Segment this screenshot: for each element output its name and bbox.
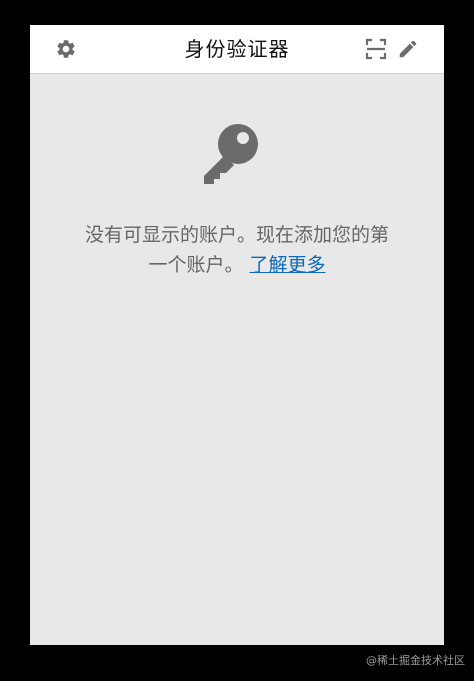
top-bar: 身份验证器 bbox=[30, 25, 444, 74]
message-line-2-text: 一个账户。 bbox=[148, 254, 244, 276]
watermark: @稀土掘金技术社区 bbox=[366, 654, 465, 667]
pencil-icon bbox=[397, 38, 419, 60]
empty-state: 没有可显示的账户。现在添加您的第 一个账户。 了解更多 bbox=[30, 74, 444, 645]
qr-scan-icon bbox=[365, 38, 387, 60]
app-window: 身份验证器 没有可显示的账户。现在添加您的第 一个账户。 了解更多 bbox=[30, 25, 444, 645]
key-icon bbox=[196, 122, 264, 190]
message-line-1: 没有可显示的账户。现在添加您的第 bbox=[84, 224, 389, 246]
empty-message: 没有可显示的账户。现在添加您的第 一个账户。 了解更多 bbox=[52, 220, 422, 280]
learn-more-link[interactable]: 了解更多 bbox=[250, 254, 326, 276]
message-line-2: 一个账户。 了解更多 bbox=[52, 250, 422, 280]
edit-button[interactable] bbox=[394, 35, 422, 63]
scan-button[interactable] bbox=[362, 35, 390, 63]
